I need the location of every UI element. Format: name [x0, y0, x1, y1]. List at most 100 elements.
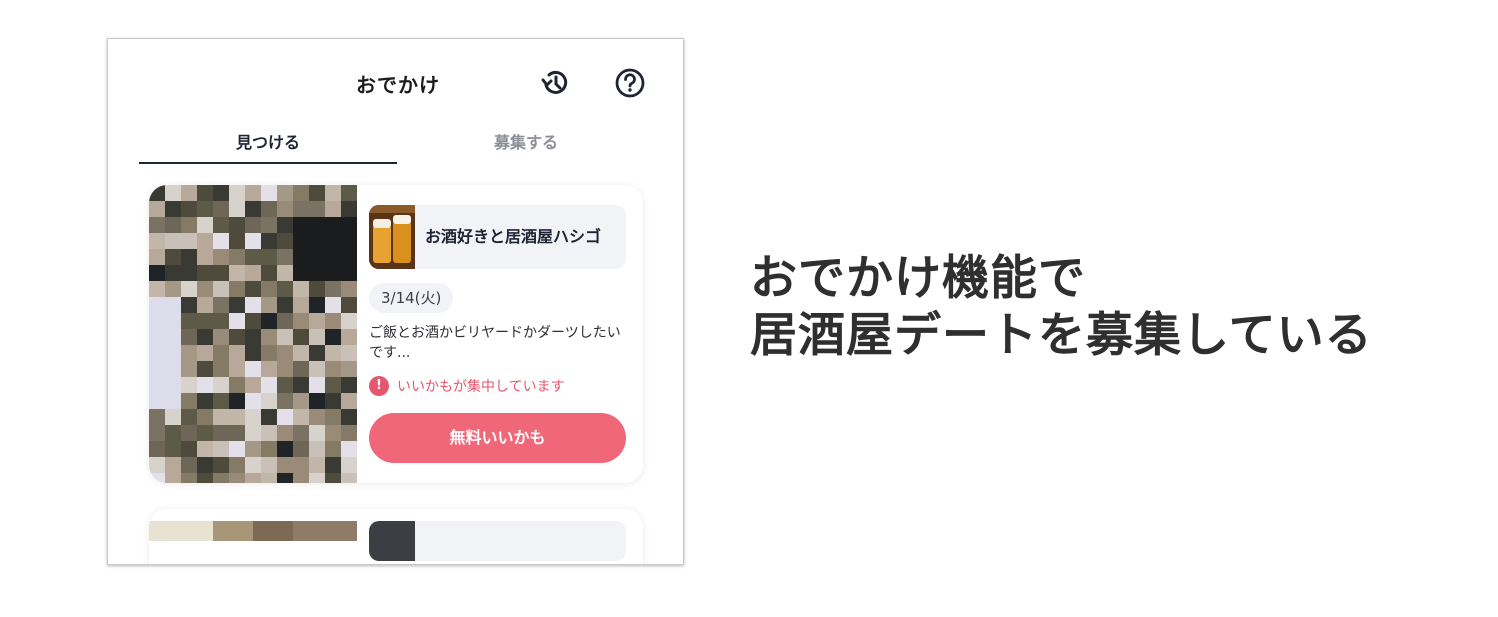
photo-mosaic-cell	[165, 297, 181, 313]
photo-mosaic-cell	[197, 217, 213, 233]
history-icon[interactable]	[539, 67, 571, 99]
popularity-alert: ! いいかもが集中しています	[369, 375, 565, 397]
photo-mosaic-cell	[293, 329, 309, 345]
exclamation-icon: !	[369, 376, 389, 396]
photo-mosaic-cell	[293, 345, 309, 361]
photo-mosaic-cell	[229, 409, 245, 425]
photo-mosaic-cell	[229, 441, 245, 457]
photo-mosaic-cell	[213, 201, 229, 217]
photo-mosaic-cell	[197, 457, 213, 473]
photo-mosaic-cell	[325, 201, 341, 217]
photo-mosaic-cell	[229, 473, 245, 483]
photo-mosaic-cell	[245, 297, 261, 313]
photo-mosaic-cell	[325, 377, 341, 393]
photo-mosaic-cell	[309, 361, 325, 377]
photo-mosaic-cell	[341, 297, 357, 313]
tab-find[interactable]: 見つける	[139, 129, 397, 153]
photo-mosaic-cell	[277, 393, 293, 409]
free-like-button[interactable]: 無料いいかも	[369, 413, 626, 463]
photo-mosaic-cell	[325, 329, 341, 345]
photo-mosaic-cell	[165, 345, 181, 361]
photo-mosaic-cell	[309, 297, 325, 313]
photo-mosaic-cell	[181, 409, 197, 425]
next-spot-banner	[369, 521, 626, 561]
photo-mosaic-cell	[293, 441, 309, 457]
date-badge: 3/14(火)	[369, 283, 454, 313]
photo-mosaic-cell	[165, 409, 181, 425]
photo-mosaic-cell	[245, 425, 261, 441]
photo-mosaic-cell	[293, 361, 309, 377]
photo-mosaic-cell	[309, 425, 325, 441]
photo-mosaic-cell	[149, 345, 165, 361]
photo-mosaic-cell	[261, 345, 277, 361]
photo-mosaic-cell	[341, 329, 357, 345]
photo-mosaic-cell	[213, 329, 229, 345]
photo-mosaic-cell	[293, 377, 309, 393]
photo-mosaic-cell	[245, 281, 261, 297]
photo-mosaic-cell	[261, 201, 277, 217]
photo-mosaic-cell	[181, 281, 197, 297]
next-spot-thumbnail	[369, 521, 415, 561]
photo-mosaic-cell	[261, 393, 277, 409]
description: ご飯とお酒かビリヤードかダーツしたいです...	[369, 325, 621, 361]
photo-mosaic-cell	[149, 457, 165, 473]
photo-mosaic-cell	[149, 313, 165, 329]
photo-mosaic-cell	[261, 249, 277, 265]
photo-mosaic-cell	[149, 329, 165, 345]
photo-mosaic-cell	[229, 313, 245, 329]
outing-card[interactable]: お酒好きと居酒屋ハシゴ 3/14(火) ご飯とお酒かビリヤードかダーツしたいです…	[149, 185, 643, 483]
photo-mosaic-cell	[181, 329, 197, 345]
photo-mosaic-cell	[181, 473, 197, 483]
app-screenshot: おでかけ 見つける 募集する お酒好きと居酒屋ハシゴ 3/14(火) ご飯とお酒…	[107, 38, 684, 565]
user-photo-pixelated[interactable]	[149, 185, 357, 483]
photo-mosaic-cell	[245, 457, 261, 473]
photo-mosaic-cell	[165, 473, 181, 483]
photo-mosaic-cell	[213, 441, 229, 457]
photo-mosaic-cell	[309, 217, 325, 233]
photo-mosaic-cell	[181, 265, 197, 281]
photo-mosaic-cell	[261, 473, 277, 483]
photo-mosaic-cell	[213, 233, 229, 249]
next-user-photo	[149, 521, 357, 541]
photo-mosaic-cell	[309, 393, 325, 409]
tab-recruit[interactable]: 募集する	[397, 129, 655, 153]
photo-mosaic-cell	[213, 281, 229, 297]
photo-mosaic-cell	[149, 377, 165, 393]
photo-mosaic-cell	[245, 265, 261, 281]
outing-card-next[interactable]	[149, 509, 643, 564]
photo-mosaic-cell	[165, 361, 181, 377]
spot-banner[interactable]: お酒好きと居酒屋ハシゴ	[369, 205, 626, 269]
photo-mosaic-cell	[197, 249, 213, 265]
photo-mosaic-cell	[277, 345, 293, 361]
photo-mosaic-cell	[277, 217, 293, 233]
photo-mosaic-cell	[325, 233, 341, 249]
photo-mosaic-cell	[261, 425, 277, 441]
photo-mosaic-cell	[245, 393, 261, 409]
photo-mosaic-cell	[213, 361, 229, 377]
photo-mosaic-cell	[197, 265, 213, 281]
photo-mosaic-cell	[277, 201, 293, 217]
photo-mosaic-cell	[277, 377, 293, 393]
photo-mosaic-cell	[309, 409, 325, 425]
photo-mosaic-cell	[341, 233, 357, 249]
photo-mosaic-cell	[277, 441, 293, 457]
photo-mosaic-cell	[181, 425, 197, 441]
photo-mosaic-cell	[197, 281, 213, 297]
photo-mosaic-cell	[325, 409, 341, 425]
photo-mosaic-cell	[197, 441, 213, 457]
photo-mosaic-cell	[165, 281, 181, 297]
photo-mosaic-cell	[277, 313, 293, 329]
photo-mosaic-cell	[325, 441, 341, 457]
help-icon[interactable]	[614, 67, 646, 99]
photo-mosaic-cell	[341, 425, 357, 441]
photo-mosaic-cell	[245, 217, 261, 233]
photo-mosaic-cell	[325, 217, 341, 233]
photo-mosaic-cell	[293, 201, 309, 217]
photo-mosaic-cell	[261, 441, 277, 457]
photo-mosaic-cell	[229, 377, 245, 393]
photo-mosaic-cell	[293, 313, 309, 329]
photo-mosaic-cell	[229, 281, 245, 297]
photo-mosaic-cell	[149, 265, 165, 281]
photo-mosaic-cell	[165, 393, 181, 409]
active-tab-indicator	[139, 162, 397, 164]
